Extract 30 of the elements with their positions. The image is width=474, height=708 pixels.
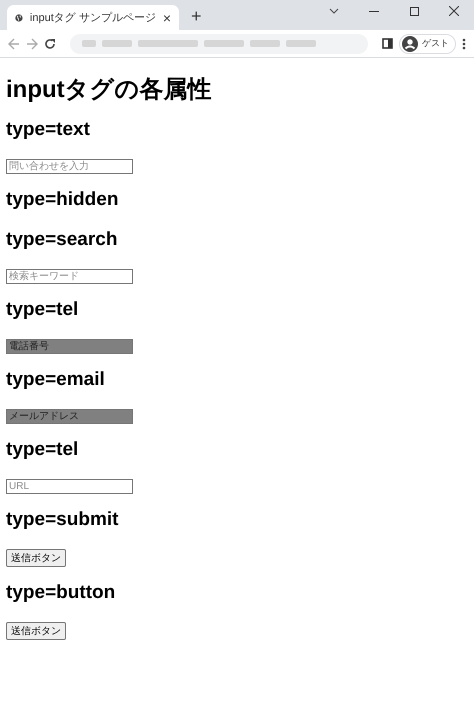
input-field[interactable]: 問い合わせを入力	[6, 159, 133, 174]
new-tab-button[interactable]: +	[187, 6, 206, 27]
input-field[interactable]: メールアドレス	[6, 409, 133, 424]
input-field[interactable]: 検索キーワード	[6, 269, 133, 284]
browser-tab[interactable]: inputタグ サンプルページ ×	[7, 5, 179, 30]
close-icon[interactable]	[449, 6, 459, 16]
maximize-icon[interactable]	[410, 6, 418, 16]
minimize-icon[interactable]	[369, 10, 379, 12]
reload-icon[interactable]	[44, 38, 56, 50]
section-heading: type=button	[6, 582, 116, 604]
input-field[interactable]: URL	[6, 479, 133, 494]
input-field[interactable]: 電話番号	[6, 339, 133, 354]
globe-icon	[15, 12, 23, 24]
section-heading: type=email	[6, 369, 106, 391]
section-heading: type=text	[6, 119, 91, 141]
tab-title: inputタグ サンプルページ	[30, 10, 156, 25]
side-panel-icon[interactable]	[382, 38, 393, 49]
chevron-down-icon[interactable]	[329, 8, 339, 14]
close-tab-button[interactable]: ×	[162, 10, 171, 26]
profile-button[interactable]: ゲスト	[399, 34, 456, 54]
section-heading: type=search	[6, 229, 118, 251]
section-heading: type=tel	[6, 299, 80, 321]
submit-button[interactable]: 送信ボタン	[6, 549, 66, 567]
section-heading: type=tel	[6, 439, 80, 461]
submit-button[interactable]: 送信ボタン	[6, 622, 66, 640]
section-heading: type=hidden	[6, 189, 120, 211]
section-heading: type=submit	[6, 509, 120, 531]
page-title: inputタグの各属性	[6, 75, 213, 105]
menu-icon[interactable]	[462, 38, 466, 50]
avatar-icon	[402, 36, 418, 52]
